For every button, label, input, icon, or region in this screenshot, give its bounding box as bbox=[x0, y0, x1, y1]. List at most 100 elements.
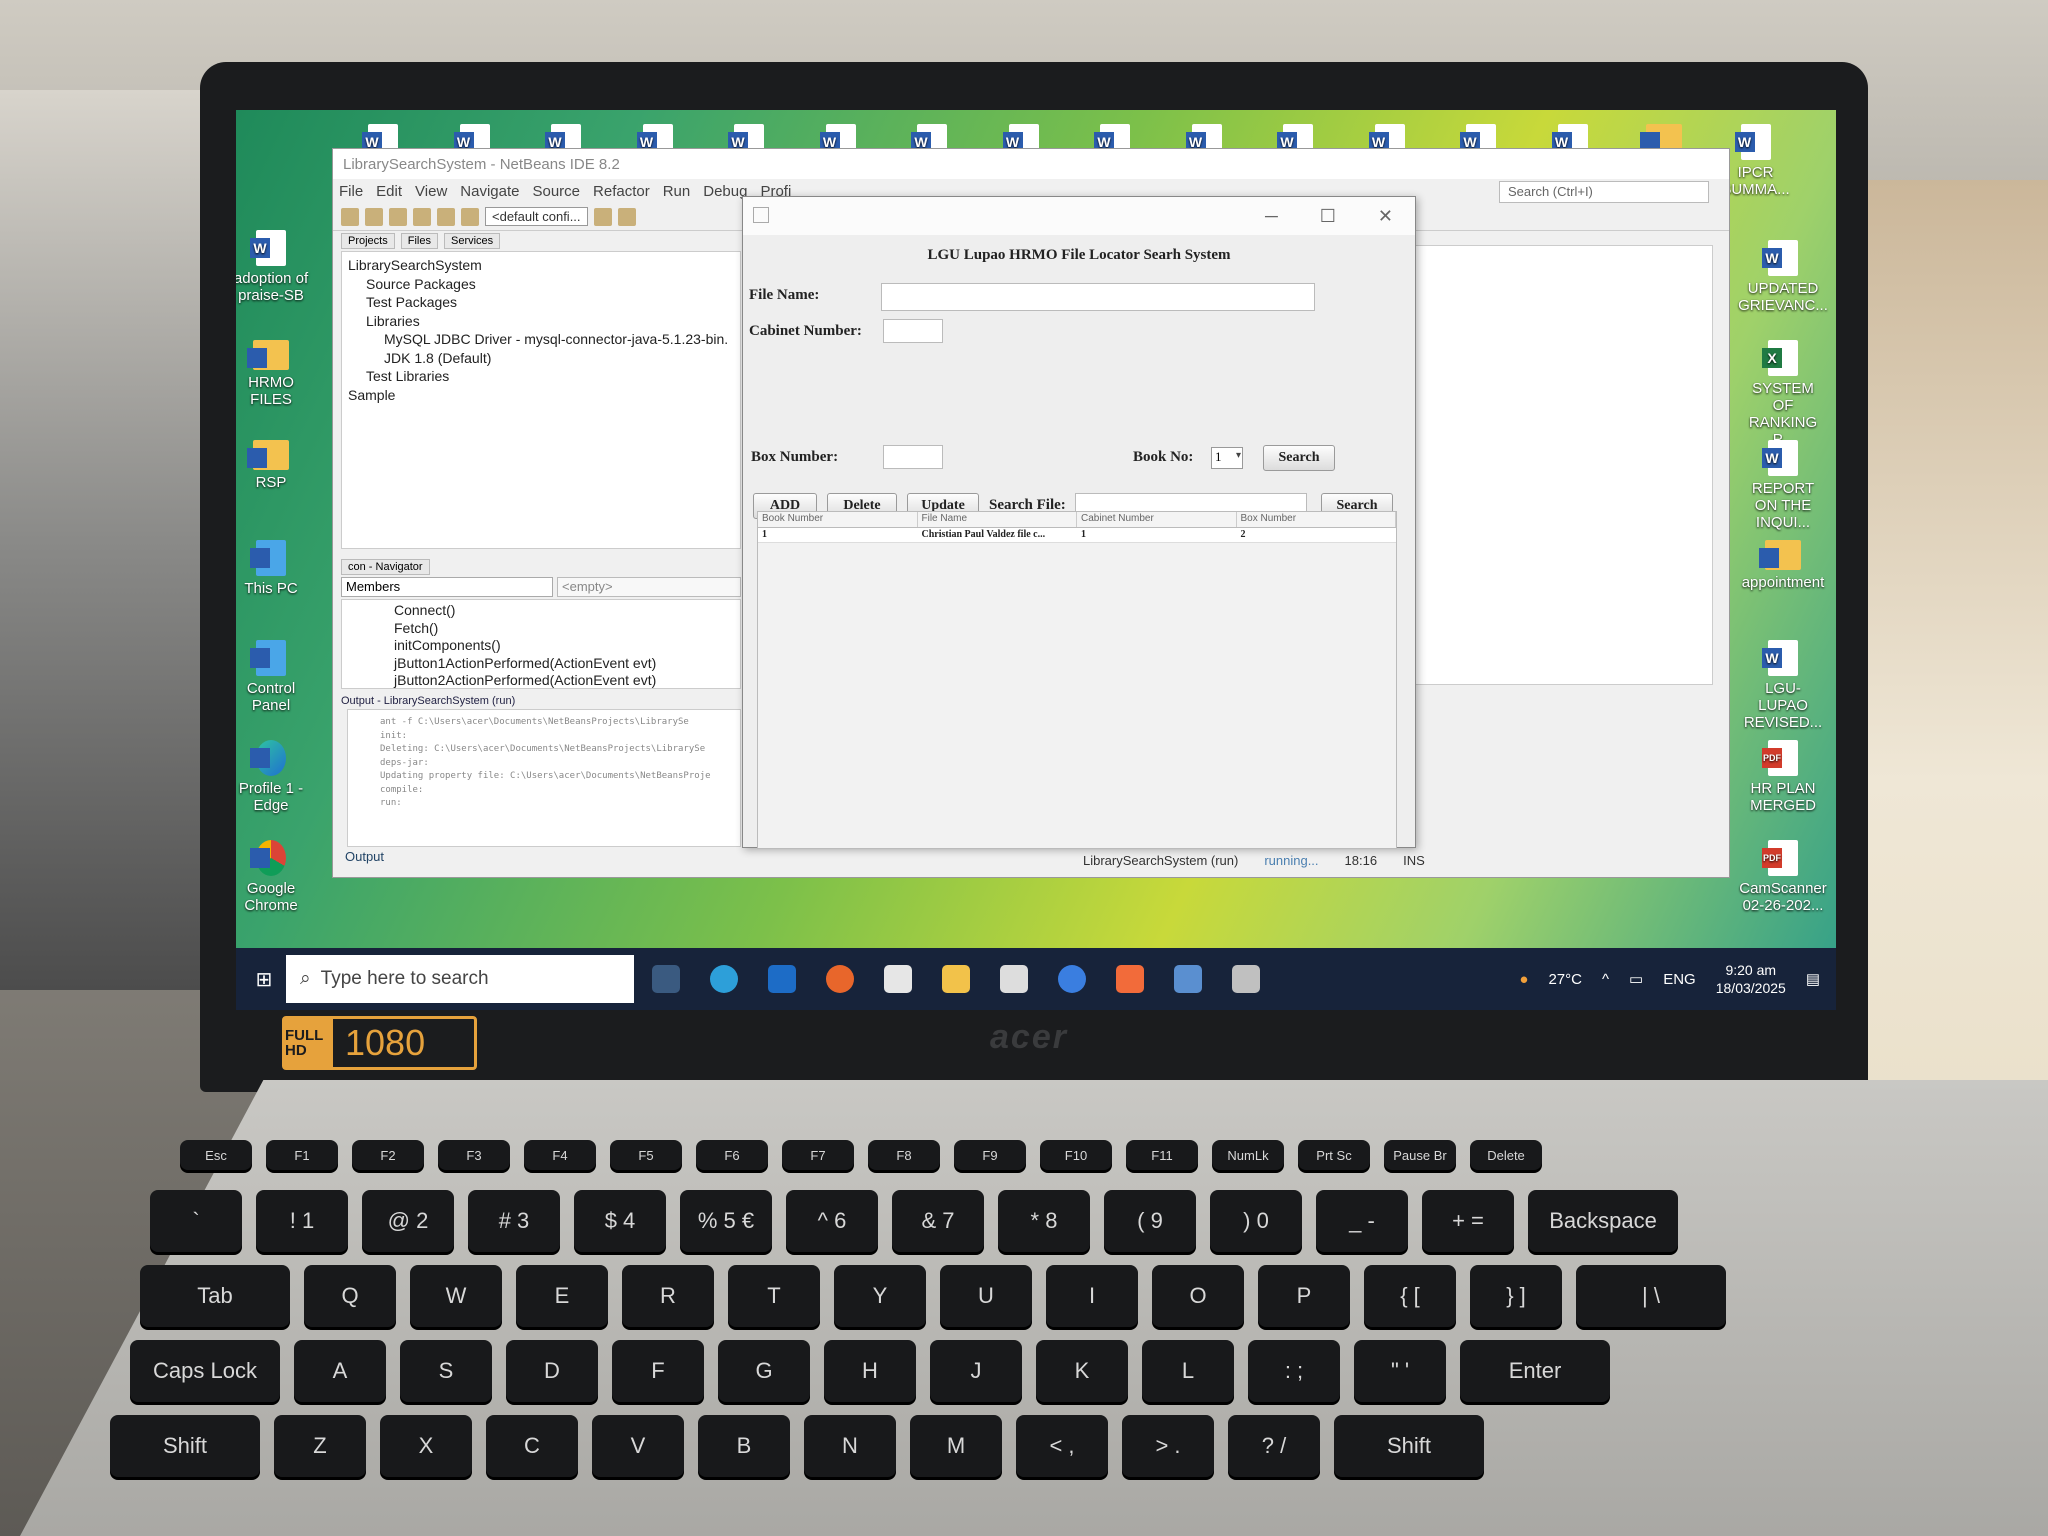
keyboard-key[interactable]: Caps Lock bbox=[130, 1340, 280, 1402]
keyboard-key[interactable]: F8 bbox=[868, 1140, 940, 1170]
menu-run[interactable]: Run bbox=[663, 183, 691, 200]
amazon-icon[interactable] bbox=[1000, 965, 1028, 993]
desktop-icon[interactable]: This PC bbox=[236, 540, 312, 597]
navigator-item[interactable]: Fetch() bbox=[394, 620, 740, 638]
keyboard-key[interactable]: } ] bbox=[1470, 1265, 1562, 1327]
keyboard-key[interactable]: C bbox=[486, 1415, 578, 1477]
keyboard-key[interactable]: M bbox=[910, 1415, 1002, 1477]
keyboard-key[interactable]: F2 bbox=[352, 1140, 424, 1170]
keyboard-key[interactable]: F6 bbox=[696, 1140, 768, 1170]
desktop-icon[interactable]: HR PLAN MERGED bbox=[1742, 740, 1824, 814]
tree-item-source-packages[interactable]: Source Packages bbox=[348, 275, 734, 294]
config-select[interactable]: <default confi... bbox=[485, 207, 588, 226]
keyboard-key[interactable]: ^ 6 bbox=[786, 1190, 878, 1252]
menu-navigate[interactable]: Navigate bbox=[460, 183, 519, 200]
desktop-icon[interactable]: Profile 1 - Edge bbox=[236, 740, 312, 814]
keyboard-key[interactable]: Esc bbox=[180, 1140, 252, 1170]
java-taskbar-icon[interactable] bbox=[1232, 965, 1260, 993]
keyboard-key[interactable]: & 7 bbox=[892, 1190, 984, 1252]
file-explorer-icon[interactable] bbox=[942, 965, 970, 993]
file-name-input[interactable] bbox=[881, 283, 1315, 311]
table-row[interactable]: 1 Christian Paul Valdez file c... 1 2 bbox=[758, 528, 1396, 543]
tree-item-libraries[interactable]: Libraries bbox=[348, 312, 734, 331]
keyboard-key[interactable]: L bbox=[1142, 1340, 1234, 1402]
undo-icon[interactable] bbox=[437, 207, 455, 226]
keyboard-key[interactable]: K bbox=[1036, 1340, 1128, 1402]
desktop-icon[interactable]: Control Panel bbox=[236, 640, 312, 714]
keyboard-key[interactable]: _ - bbox=[1316, 1190, 1408, 1252]
keyboard-key[interactable]: Y bbox=[834, 1265, 926, 1327]
navigator-tab[interactable]: con - Navigator bbox=[341, 559, 430, 575]
tree-item-project[interactable]: LibrarySearchSystem bbox=[348, 256, 734, 275]
keyboard-key[interactable]: F3 bbox=[438, 1140, 510, 1170]
keyboard-key[interactable]: N bbox=[804, 1415, 896, 1477]
minimize-icon[interactable]: ─ bbox=[1265, 206, 1278, 227]
tree-item-mysql-driver[interactable]: MySQL JDBC Driver - mysql-connector-java… bbox=[348, 330, 734, 349]
redo-icon[interactable] bbox=[461, 207, 479, 226]
tab-services[interactable]: Services bbox=[443, 233, 501, 249]
navigator-item[interactable]: jButton2ActionPerformed(ActionEvent evt) bbox=[394, 672, 740, 690]
desktop-icon[interactable]: SYSTEM OF RANKING P... bbox=[1742, 340, 1824, 448]
keyboard-key[interactable]: I bbox=[1046, 1265, 1138, 1327]
tree-item-jdk[interactable]: JDK 1.8 (Default) bbox=[348, 349, 734, 368]
maximize-icon[interactable]: ☐ bbox=[1320, 206, 1336, 227]
keyboard-key[interactable]: ( 9 bbox=[1104, 1190, 1196, 1252]
network-icon[interactable]: ▭ bbox=[1629, 970, 1643, 988]
keyboard-key[interactable]: ? / bbox=[1228, 1415, 1320, 1477]
keyboard-key[interactable]: E bbox=[516, 1265, 608, 1327]
menu-view[interactable]: View bbox=[415, 183, 447, 200]
keyboard-key[interactable]: F11 bbox=[1126, 1140, 1198, 1170]
navigator-empty-select[interactable]: <empty> bbox=[557, 577, 741, 597]
taskbar-search[interactable]: ⌕ Type here to search bbox=[286, 955, 634, 1003]
netbeans-taskbar-icon[interactable] bbox=[1174, 965, 1202, 993]
copy-icon[interactable] bbox=[413, 207, 431, 226]
desktop-icon[interactable]: REPORT ON THE INQUI... bbox=[1742, 440, 1824, 531]
keyboard-key[interactable]: F bbox=[612, 1340, 704, 1402]
tab-projects[interactable]: Projects bbox=[341, 233, 395, 249]
menu-debug[interactable]: Debug bbox=[703, 183, 747, 200]
keyboard-key[interactable]: F5 bbox=[610, 1140, 682, 1170]
keyboard-key[interactable]: Tab bbox=[140, 1265, 290, 1327]
keyboard-key[interactable]: ) 0 bbox=[1210, 1190, 1302, 1252]
language-indicator[interactable]: ENG bbox=[1663, 971, 1696, 988]
keyboard-key[interactable]: Prt Sc bbox=[1298, 1140, 1370, 1170]
notification-icon[interactable]: ▤ bbox=[1806, 970, 1820, 988]
navigator-item[interactable]: Connect() bbox=[394, 602, 740, 620]
tree-item-test-libraries[interactable]: Test Libraries bbox=[348, 367, 734, 386]
keyboard-key[interactable]: Pause Br bbox=[1384, 1140, 1456, 1170]
keyboard-key[interactable]: NumLk bbox=[1212, 1140, 1284, 1170]
keyboard-key[interactable]: { [ bbox=[1364, 1265, 1456, 1327]
keyboard-key[interactable]: ` bbox=[150, 1190, 242, 1252]
chevron-up-icon[interactable]: ^ bbox=[1602, 971, 1609, 988]
tab-files[interactable]: Files bbox=[400, 233, 438, 249]
desktop-icon[interactable]: Google Chrome bbox=[236, 840, 312, 914]
windows-start-icon[interactable]: ⊞ bbox=[242, 957, 286, 1001]
keyboard-key[interactable]: P bbox=[1258, 1265, 1350, 1327]
cabinet-number-input[interactable] bbox=[883, 319, 943, 343]
weather-temp[interactable]: 27°C bbox=[1548, 971, 1582, 988]
search-button[interactable]: Search bbox=[1263, 445, 1335, 471]
keyboard-key[interactable]: F7 bbox=[782, 1140, 854, 1170]
keyboard-key[interactable]: % 5 € bbox=[680, 1190, 772, 1252]
navigator-members-select[interactable]: Members bbox=[341, 577, 553, 597]
keyboard-key[interactable]: Shift bbox=[110, 1415, 260, 1477]
keyboard-key[interactable]: Q bbox=[304, 1265, 396, 1327]
desktop-icon[interactable]: UPDATED GRIEVANC... bbox=[1738, 240, 1828, 314]
dropbox-icon[interactable] bbox=[884, 965, 912, 993]
keyboard-key[interactable]: # 3 bbox=[468, 1190, 560, 1252]
ide-search-box[interactable]: Search (Ctrl+I) bbox=[1499, 181, 1709, 203]
keyboard-key[interactable]: Delete bbox=[1470, 1140, 1542, 1170]
tree-item-test-packages[interactable]: Test Packages bbox=[348, 293, 734, 312]
column-header[interactable]: Box Number bbox=[1237, 512, 1396, 527]
column-header[interactable]: Cabinet Number bbox=[1077, 512, 1237, 527]
close-icon[interactable]: ✕ bbox=[1378, 206, 1393, 227]
edge-taskbar-icon[interactable] bbox=[710, 965, 738, 993]
keyboard-key[interactable]: Enter bbox=[1460, 1340, 1610, 1402]
keyboard-key[interactable]: Backspace bbox=[1528, 1190, 1678, 1252]
keyboard-key[interactable]: * 8 bbox=[998, 1190, 1090, 1252]
save-all-icon[interactable] bbox=[389, 207, 407, 226]
firefox-icon[interactable] bbox=[826, 965, 854, 993]
desktop-icon[interactable]: adoption of praise-SB bbox=[236, 230, 312, 304]
keyboard-key[interactable]: " ' bbox=[1354, 1340, 1446, 1402]
keyboard-key[interactable]: J bbox=[930, 1340, 1022, 1402]
